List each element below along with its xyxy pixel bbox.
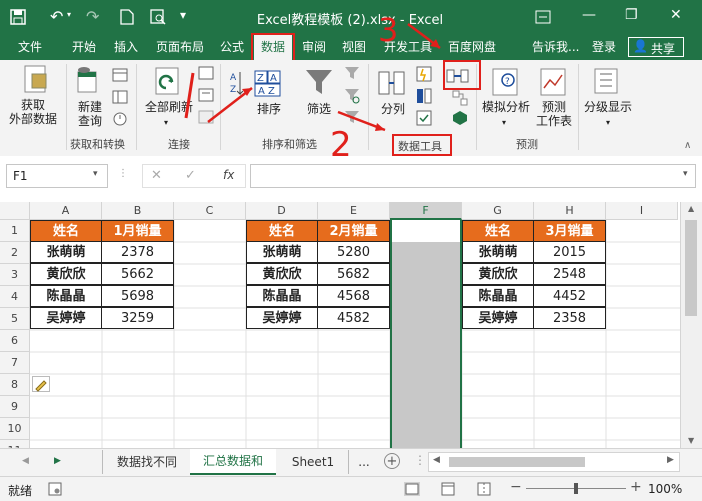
table-cell[interactable]: 张萌萌 xyxy=(246,241,318,263)
column-header-i[interactable]: I xyxy=(606,202,678,220)
row-header[interactable]: 8 xyxy=(0,374,30,396)
column-header-f[interactable]: F xyxy=(390,202,462,220)
macro-record-icon[interactable] xyxy=(48,482,62,496)
table3-header-name[interactable]: 姓名 xyxy=(462,220,534,242)
scroll-down-icon[interactable]: ▼ xyxy=(688,436,694,445)
formula-bar-area: F1 ▾ ⋮ ✕ ✓ fx ▾ xyxy=(0,156,702,200)
table3-header-sales[interactable]: 3月销量 xyxy=(533,220,606,242)
table-cell[interactable]: 黄欣欣 xyxy=(30,263,102,285)
row-header[interactable]: 10 xyxy=(0,418,30,440)
table-cell[interactable]: 陈晶晶 xyxy=(462,285,534,307)
table-cell[interactable]: 张萌萌 xyxy=(30,241,102,263)
status-bar: 就绪 − + 100% xyxy=(0,476,702,501)
horizontal-scrollbar[interactable]: ◀ ▶ xyxy=(428,452,680,472)
paste-options-icon[interactable] xyxy=(32,376,50,392)
zoom-in-button[interactable]: + xyxy=(630,479,642,495)
confirm-icon[interactable]: ✓ xyxy=(185,168,196,183)
row-header[interactable]: 1 xyxy=(0,220,30,242)
column-header-h[interactable]: H xyxy=(534,202,606,220)
scroll-left-icon[interactable]: ◀ xyxy=(433,455,440,465)
table-cell[interactable]: 5698 xyxy=(101,285,174,307)
table-cell[interactable]: 3259 xyxy=(101,307,174,329)
more-sheets-button[interactable]: ... xyxy=(350,450,378,474)
normal-view-icon[interactable] xyxy=(404,482,420,496)
table2-header-name[interactable]: 姓名 xyxy=(246,220,318,242)
sheet-nav-next-icon[interactable]: ▶ xyxy=(54,456,61,466)
table-cell[interactable]: 4582 xyxy=(317,307,390,329)
column-header-g[interactable]: G xyxy=(462,202,534,220)
table1-header-sales[interactable]: 1月销量 xyxy=(101,220,174,242)
name-box-dropdown-icon[interactable]: ▾ xyxy=(93,169,98,179)
table-cell[interactable]: 2015 xyxy=(533,241,606,263)
add-sheet-icon[interactable]: + xyxy=(384,453,400,469)
column-header-d[interactable]: D xyxy=(246,202,318,220)
scroll-thumb[interactable] xyxy=(685,220,697,316)
table-cell[interactable]: 5280 xyxy=(317,241,390,263)
sheet-tab[interactable]: 数据找不同 xyxy=(102,450,192,474)
select-all-corner[interactable] xyxy=(0,202,30,220)
row-header[interactable]: 3 xyxy=(0,264,30,286)
status-ready: 就绪 xyxy=(8,484,33,498)
table-cell[interactable]: 2378 xyxy=(101,241,174,263)
column-header-b[interactable]: B xyxy=(102,202,174,220)
table-cell[interactable]: 吴婷婷 xyxy=(246,307,318,329)
table-cell[interactable]: 吴婷婷 xyxy=(462,307,534,329)
name-box[interactable]: F1 ▾ xyxy=(6,164,108,188)
expand-formula-icon[interactable]: ▾ xyxy=(683,169,688,179)
separator-dots-icon: ⋮ xyxy=(118,168,128,179)
table-cell[interactable]: 4568 xyxy=(317,285,390,307)
column-header-c[interactable]: C xyxy=(174,202,246,220)
table-cell[interactable]: 黄欣欣 xyxy=(462,263,534,285)
zoom-level[interactable]: 100% xyxy=(648,482,682,496)
table-cell[interactable]: 2548 xyxy=(533,263,606,285)
insert-function-icon[interactable]: fx xyxy=(223,168,234,182)
zoom-slider-thumb[interactable] xyxy=(574,483,578,494)
table-cell[interactable]: 吴婷婷 xyxy=(30,307,102,329)
tabs-splitter-icon[interactable]: ⋮ xyxy=(414,453,426,467)
table-cell[interactable]: 张萌萌 xyxy=(462,241,534,263)
table2-header-sales[interactable]: 2月销量 xyxy=(317,220,390,242)
table-cell[interactable]: 陈晶晶 xyxy=(246,285,318,307)
selected-column-f[interactable] xyxy=(390,220,462,448)
column-header-e[interactable]: E xyxy=(318,202,390,220)
scroll-up-icon[interactable]: ▲ xyxy=(688,204,694,213)
table-cell[interactable]: 陈晶晶 xyxy=(30,285,102,307)
column-header-a[interactable]: A xyxy=(30,202,102,220)
table-cell[interactable]: 5662 xyxy=(101,263,174,285)
page-break-view-icon[interactable] xyxy=(476,482,492,496)
row-header[interactable]: 7 xyxy=(0,352,30,374)
hscroll-thumb[interactable] xyxy=(449,457,585,467)
sheet-tab-active[interactable]: 汇总数据和 xyxy=(190,449,276,475)
vertical-scrollbar[interactable]: ▲ ▼ xyxy=(680,202,702,450)
row-header[interactable]: 6 xyxy=(0,330,30,352)
row-header[interactable]: 9 xyxy=(0,396,30,418)
table-cell[interactable]: 黄欣欣 xyxy=(246,263,318,285)
annotation-number-3: 3 xyxy=(378,11,399,49)
sheet-tab[interactable]: Sheet1 xyxy=(278,450,349,474)
cancel-icon[interactable]: ✕ xyxy=(151,168,162,183)
formula-controls: ✕ ✓ fx xyxy=(142,164,246,188)
table1-header-name[interactable]: 姓名 xyxy=(30,220,102,242)
scroll-right-icon[interactable]: ▶ xyxy=(667,455,674,465)
active-cell-f1[interactable] xyxy=(392,220,460,242)
zoom-out-button[interactable]: − xyxy=(510,479,522,495)
table-cell[interactable]: 5682 xyxy=(317,263,390,285)
row-header[interactable]: 2 xyxy=(0,242,30,264)
row-header[interactable]: 5 xyxy=(0,308,30,330)
page-layout-view-icon[interactable] xyxy=(440,482,456,496)
row-header[interactable]: 4 xyxy=(0,286,30,308)
formula-input[interactable]: ▾ xyxy=(250,164,696,188)
table-cell[interactable]: 4452 xyxy=(533,285,606,307)
sheet-nav-prev-icon[interactable]: ◀ xyxy=(22,456,29,466)
table-cell[interactable]: 2358 xyxy=(533,307,606,329)
